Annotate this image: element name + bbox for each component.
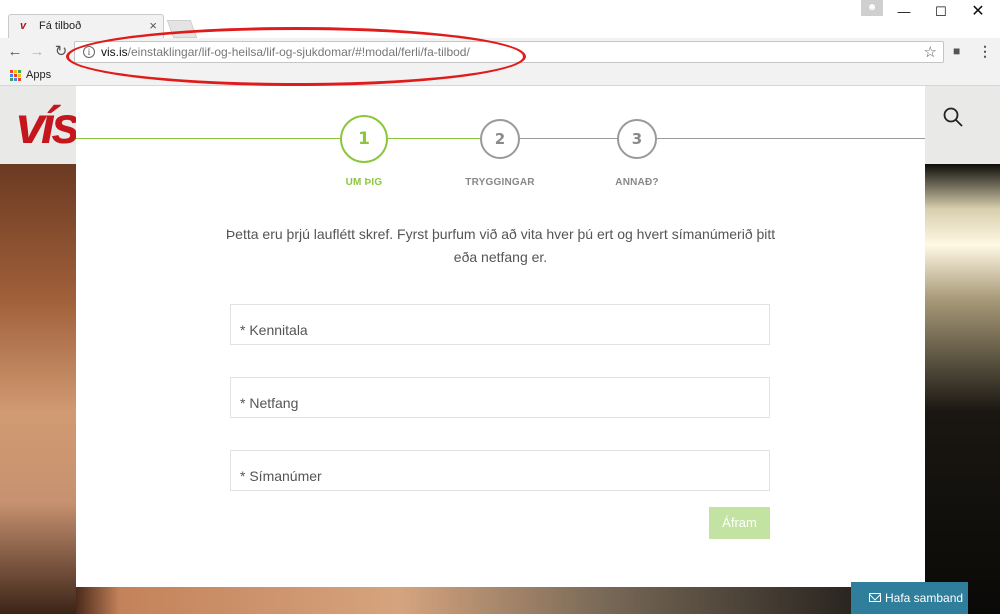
back-arrow-icon[interactable]: ← — [6, 43, 24, 61]
step-1-circle[interactable]: 1 — [340, 115, 388, 163]
vis-logo[interactable]: vís — [16, 96, 80, 156]
kennitala-field[interactable] — [230, 304, 770, 345]
stepper-line — [388, 138, 480, 139]
hero-image-right — [924, 164, 1000, 614]
reload-icon[interactable]: ↻ — [52, 43, 70, 61]
contact-button[interactable]: Hafa samband — [851, 582, 968, 614]
contact-button-label: Hafa samband — [885, 591, 964, 605]
intro-text: Þetta eru þrjú lauflétt skref. Fyrst þur… — [225, 226, 776, 265]
close-tab-icon[interactable]: × — [149, 18, 157, 33]
vis-favicon-icon: v — [20, 20, 27, 32]
address-bar[interactable]: i vis.is/einstaklingar/lif-og-heilsa/lif… — [74, 41, 944, 63]
step-2-label: TRYGGINGAR — [465, 177, 535, 188]
browser-tab[interactable]: v Fá tilboð × — [8, 14, 164, 38]
forward-arrow-icon[interactable]: → — [28, 43, 46, 61]
profile-icon[interactable]: ☻ — [861, 0, 883, 16]
step-1-label: UM ÞIG — [345, 177, 383, 188]
next-button[interactable]: Áfram — [709, 507, 770, 539]
tab-title: Fá tilboð — [39, 20, 82, 32]
bookmark-star-icon[interactable]: ☆ — [924, 43, 937, 61]
stepper-line — [657, 138, 925, 139]
maximize-icon[interactable]: ☐ — [926, 2, 956, 22]
step-2-circle[interactable]: 2 — [480, 119, 520, 159]
stepper-line — [520, 138, 617, 139]
minimize-icon[interactable]: — — [889, 2, 919, 22]
browser-toolbar: ← → ↻ i vis.is/einstaklingar/lif-og-heil… — [0, 38, 1000, 66]
more-menu-icon[interactable]: ⋮ — [978, 43, 992, 60]
stepper-line — [76, 138, 340, 139]
step-3-label: ANNAÐ? — [615, 177, 659, 188]
info-icon[interactable]: i — [83, 46, 95, 58]
step-3-circle[interactable]: 3 — [617, 119, 657, 159]
bookmarks-bar: Apps — [0, 66, 1000, 86]
hero-image-left — [0, 164, 76, 614]
search-icon[interactable] — [942, 106, 964, 128]
extension-icon[interactable]: ■ — [953, 44, 967, 58]
new-tab-button[interactable] — [166, 20, 198, 38]
apps-grid-icon[interactable] — [10, 70, 22, 82]
apps-bookmark[interactable]: Apps — [26, 69, 51, 81]
phone-field[interactable] — [230, 450, 770, 491]
url-text: vis.is/einstaklingar/lif-og-heilsa/lif-o… — [101, 45, 470, 59]
browser-tabstrip: v Fá tilboð × ☻ — ☐ ✕ — [0, 0, 1000, 38]
envelope-icon — [869, 593, 881, 602]
email-field[interactable] — [230, 377, 770, 418]
close-window-icon[interactable]: ✕ — [963, 2, 993, 22]
quote-modal: 1 2 3 UM ÞIG TRYGGINGAR ANNAÐ? Þetta eru… — [76, 86, 925, 587]
